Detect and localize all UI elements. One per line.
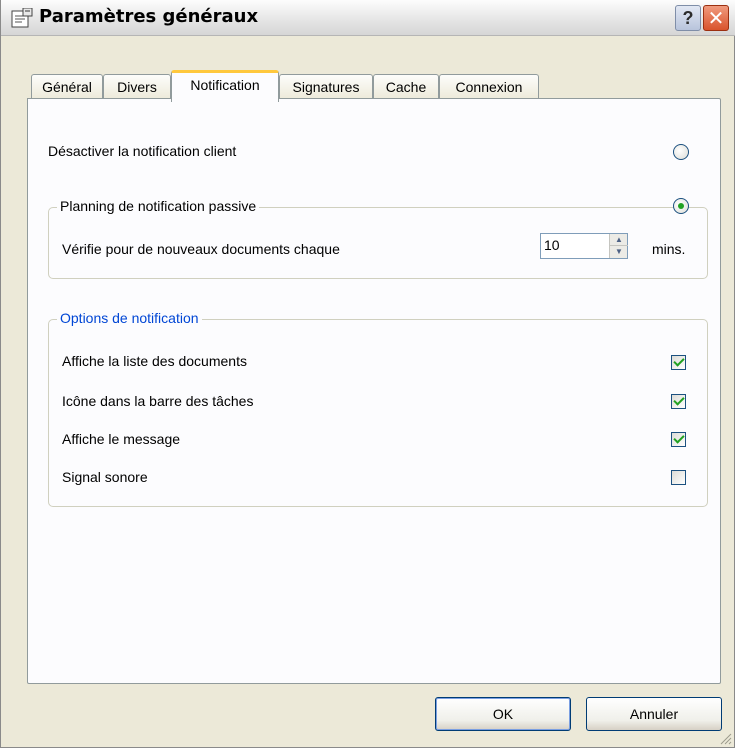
spin-down-icon[interactable]: ▼: [610, 246, 628, 258]
cancel-label: Annuler: [629, 706, 679, 722]
tab-connexion[interactable]: Connexion: [439, 74, 539, 100]
tab-label: Cache: [385, 79, 427, 95]
properties-icon: [11, 8, 33, 28]
option-label: Affiche la liste des documents: [62, 353, 247, 369]
disable-notification-radio[interactable]: [673, 144, 689, 160]
spinner-buttons: ▲ ▼: [609, 234, 628, 258]
tab-signatures[interactable]: Signatures: [279, 74, 373, 100]
tab-label: Signatures: [292, 79, 360, 95]
cancel-button[interactable]: Annuler: [586, 697, 722, 731]
settings-dialog: Paramètres généraux ? ✕ Général Divers N…: [0, 0, 735, 748]
check-interval-label: Vérifie pour de nouveaux documents chaqu…: [62, 241, 340, 257]
tab-cache[interactable]: Cache: [373, 74, 439, 100]
option-label: Affiche le message: [62, 431, 181, 447]
show-document-list-checkbox[interactable]: [671, 355, 686, 370]
option-label: Signal sonore: [62, 469, 148, 485]
close-icon: ✕: [707, 7, 725, 30]
option-label: Icône dans la barre des tâches: [62, 393, 254, 409]
tab-label: Général: [42, 79, 92, 95]
disable-notification-label: Désactiver la notification client: [48, 143, 237, 159]
interval-value: 10: [544, 237, 560, 253]
notification-panel: Désactiver la notification client Planni…: [27, 98, 721, 684]
tab-label: Connexion: [455, 79, 523, 95]
tab-notification[interactable]: Notification: [171, 70, 279, 102]
tab-label: Notification: [190, 77, 260, 93]
sound-signal-checkbox[interactable]: [671, 470, 686, 485]
tab-divers[interactable]: Divers: [103, 74, 171, 100]
taskbar-icon-checkbox[interactable]: [671, 394, 686, 409]
title-bar: Paramètres généraux ? ✕: [1, 0, 735, 36]
help-button[interactable]: ?: [675, 5, 701, 31]
tab-general[interactable]: Général: [31, 74, 103, 100]
passive-schedule-radio[interactable]: [673, 198, 689, 214]
spin-up-icon[interactable]: ▲: [610, 234, 628, 246]
window-title: Paramètres généraux: [39, 6, 259, 27]
options-legend: Options de notification: [57, 310, 202, 326]
ok-button[interactable]: OK: [435, 697, 571, 731]
interval-unit: mins.: [652, 241, 686, 257]
interval-spinner[interactable]: 10 ▲ ▼: [540, 233, 628, 259]
tab-label: Divers: [117, 79, 157, 95]
help-icon: ?: [682, 7, 694, 28]
ok-label: OK: [492, 706, 514, 722]
resize-grip-icon[interactable]: [718, 731, 732, 745]
passive-schedule-label: Planning de notification passive: [57, 198, 260, 214]
show-message-checkbox[interactable]: [671, 432, 686, 447]
close-button[interactable]: ✕: [703, 5, 729, 31]
